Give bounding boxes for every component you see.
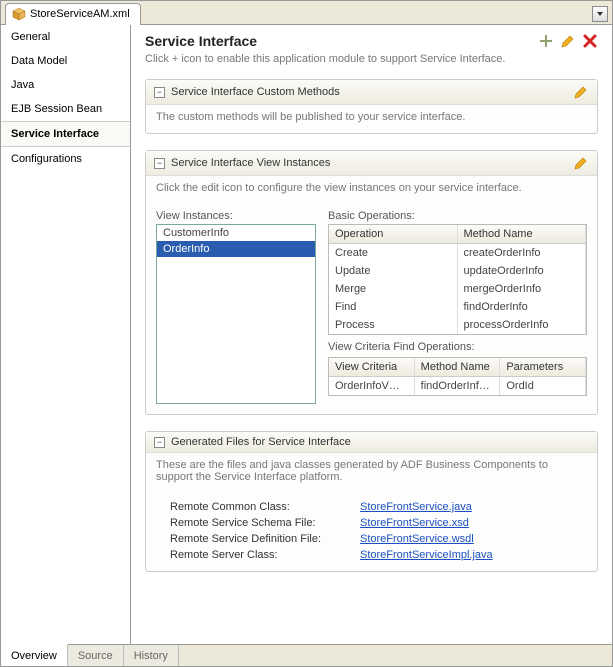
column-header[interactable]: Method Name <box>415 358 501 376</box>
gen-label: Remote Common Class: <box>170 501 360 513</box>
app-module-icon <box>12 7 26 21</box>
view-instances-label: View Instances: <box>156 210 316 222</box>
file-tab-bar: StoreServiceAM.xml <box>1 1 612 25</box>
gen-link[interactable]: StoreFrontService.xsd <box>360 517 469 529</box>
section-description: The custom methods will be published to … <box>146 105 597 133</box>
page-title: Service Interface <box>145 33 538 49</box>
cell: Create <box>329 244 458 262</box>
sidebar-item-data-model[interactable]: Data Model <box>1 49 130 73</box>
gen-link[interactable]: StoreFrontServiceImpl.java <box>360 549 493 561</box>
basic-operations-label: Basic Operations: <box>328 210 587 222</box>
section-description: Click the edit icon to configure the vie… <box>146 176 597 204</box>
section-description: These are the files and java classes gen… <box>146 453 597 493</box>
bottom-tab-bar: Overview Source History <box>1 644 612 666</box>
cell: OrdId <box>500 377 586 395</box>
section-view-instances: − Service Interface View Instances Click… <box>145 150 598 415</box>
cell: Process <box>329 316 458 334</box>
dropdown-button[interactable] <box>592 6 608 22</box>
cell: findOrderInfoOr... <box>415 377 501 395</box>
gen-link[interactable]: StoreFrontService.wsdl <box>360 533 474 545</box>
cell: updateOrderInfo <box>458 262 587 280</box>
gen-label: Remote Server Class: <box>170 549 360 561</box>
cell: createOrderInfo <box>458 244 587 262</box>
list-item[interactable]: OrderInfo <box>157 241 315 257</box>
gen-label: Remote Service Schema File: <box>170 517 360 529</box>
list-item[interactable]: CustomerInfo <box>157 225 315 241</box>
gen-label: Remote Service Definition File: <box>170 533 360 545</box>
sidebar-item-java[interactable]: Java <box>1 73 130 97</box>
bottom-tab-source[interactable]: Source <box>68 645 124 666</box>
file-tab-storeservice[interactable]: StoreServiceAM.xml <box>5 3 141 25</box>
section-title: Service Interface View Instances <box>171 157 573 169</box>
delete-icon[interactable] <box>582 33 598 49</box>
table-body-scroll[interactable]: CreatecreateOrderInfo UpdateupdateOrderI… <box>329 244 586 334</box>
cell: Find <box>329 298 458 316</box>
cell: findOrderInfo <box>458 298 587 316</box>
column-header[interactable]: Parameters <box>500 358 586 376</box>
content-area: Service Interface Click + icon to enable… <box>131 25 612 644</box>
file-tab-label: StoreServiceAM.xml <box>30 8 130 20</box>
cell: Merge <box>329 280 458 298</box>
cell: Update <box>329 262 458 280</box>
view-criteria-label: View Criteria Find Operations: <box>328 341 587 353</box>
column-header[interactable]: Operation <box>329 225 458 243</box>
collapse-toggle[interactable]: − <box>154 437 165 448</box>
add-icon[interactable] <box>538 33 554 49</box>
edit-icon[interactable] <box>573 84 589 100</box>
sidebar-item-configurations[interactable]: Configurations <box>1 147 130 171</box>
edit-icon[interactable] <box>560 33 576 49</box>
sidebar-item-service-interface[interactable]: Service Interface <box>1 121 130 147</box>
bottom-tab-history[interactable]: History <box>124 645 179 666</box>
column-header[interactable]: View Criteria <box>329 358 415 376</box>
sidebar: General Data Model Java EJB Session Bean… <box>1 25 131 644</box>
edit-icon[interactable] <box>573 155 589 171</box>
basic-operations-table: Operation Method Name CreatecreateOrderI… <box>328 224 587 335</box>
cell: processOrderInfo <box>458 316 587 334</box>
section-title: Generated Files for Service Interface <box>171 436 589 448</box>
cell: mergeOrderInfo <box>458 280 587 298</box>
view-instances-listbox[interactable]: CustomerInfo OrderInfo <box>156 224 316 404</box>
collapse-toggle[interactable]: − <box>154 158 165 169</box>
section-custom-methods: − Service Interface Custom Methods The c… <box>145 79 598 134</box>
sidebar-item-ejb-session-bean[interactable]: EJB Session Bean <box>1 97 130 121</box>
view-criteria-table: View Criteria Method Name Parameters Ord… <box>328 357 587 396</box>
section-generated-files: − Generated Files for Service Interface … <box>145 431 598 572</box>
bottom-tab-overview[interactable]: Overview <box>1 644 68 666</box>
sidebar-item-general[interactable]: General <box>1 25 130 49</box>
cell: OrderInfoVOCri... <box>329 377 415 395</box>
gen-link[interactable]: StoreFrontService.java <box>360 501 472 513</box>
column-header[interactable]: Method Name <box>458 225 587 243</box>
page-subtext: Click + icon to enable this application … <box>145 53 598 65</box>
collapse-toggle[interactable]: − <box>154 87 165 98</box>
section-title: Service Interface Custom Methods <box>171 86 573 98</box>
